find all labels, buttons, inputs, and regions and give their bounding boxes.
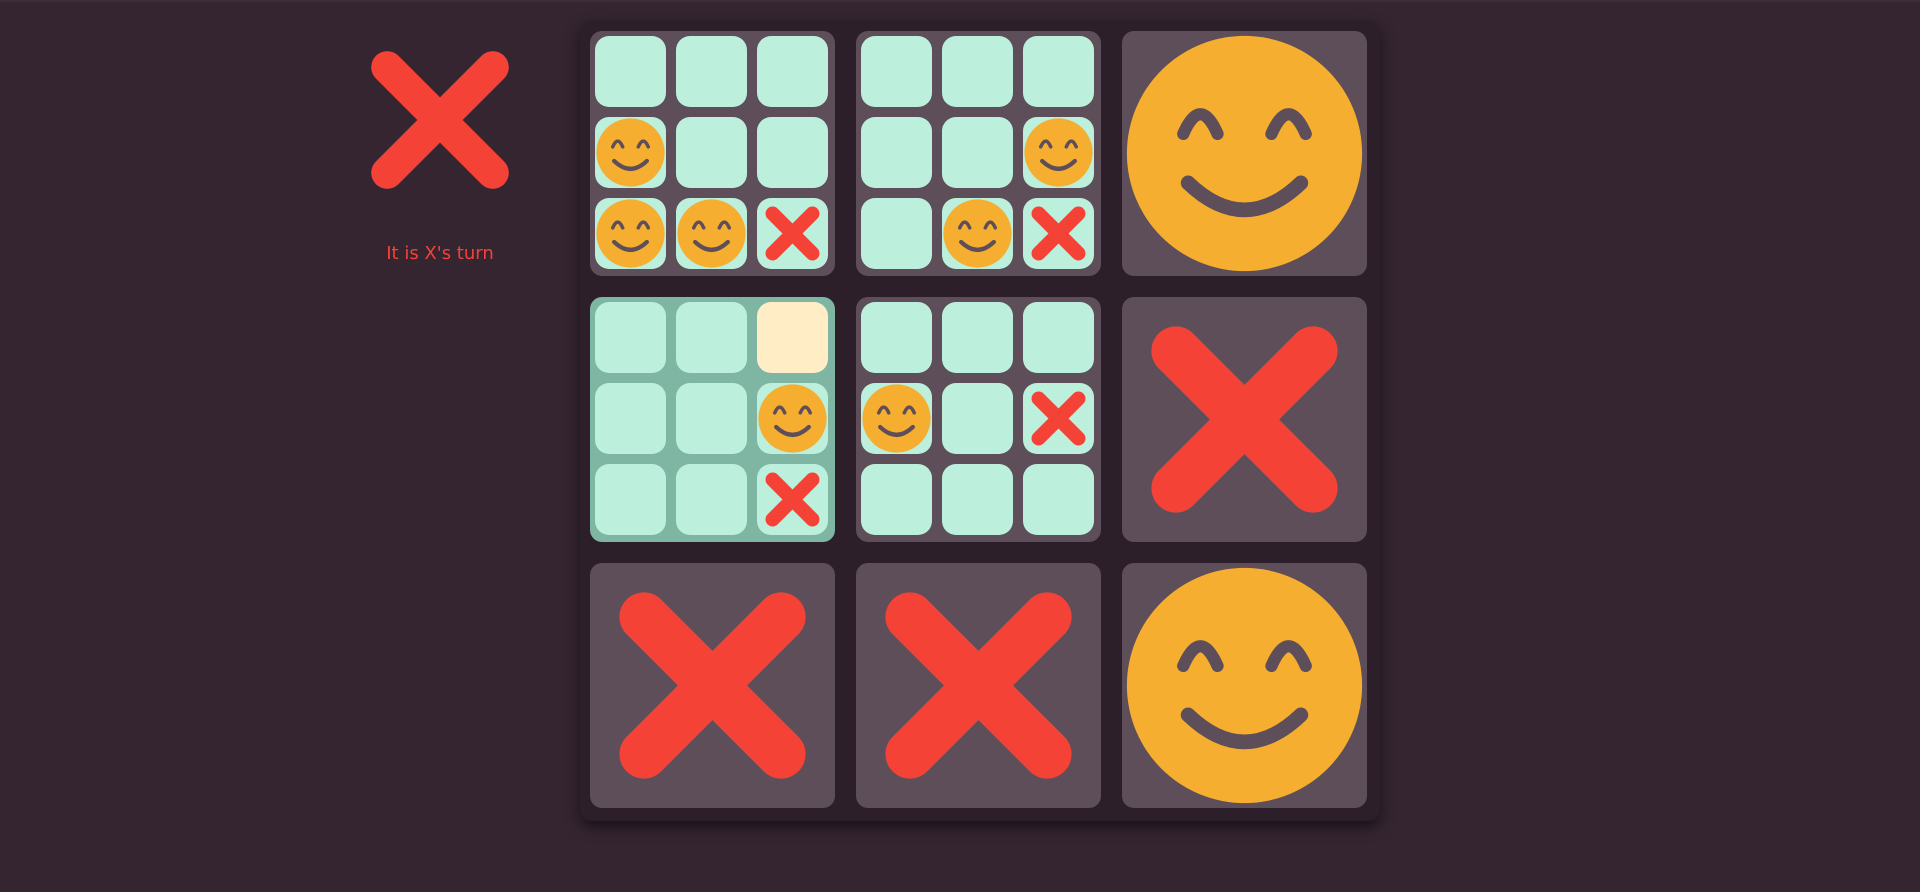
x-mark-icon <box>619 592 806 779</box>
cell-1-4 <box>595 117 666 188</box>
cell-1-9 <box>757 198 828 269</box>
x-mark-icon <box>885 592 1072 779</box>
smiley-face-icon <box>1126 35 1363 272</box>
cell-2-9 <box>1023 198 1094 269</box>
x-mark-icon <box>1031 391 1086 446</box>
game-board <box>580 21 1380 821</box>
cell-5-7[interactable] <box>861 464 932 535</box>
x-mark-icon <box>765 206 820 261</box>
cell-1-2[interactable] <box>676 36 747 107</box>
cell-2-7[interactable] <box>861 198 932 269</box>
sub-board-5 <box>856 297 1101 542</box>
sub-board-2 <box>856 31 1101 276</box>
cell-5-9[interactable] <box>1023 464 1094 535</box>
cell-2-1[interactable] <box>861 36 932 107</box>
cell-1-3[interactable] <box>757 36 828 107</box>
cell-4-5[interactable] <box>676 383 747 454</box>
smiley-face-icon <box>943 199 1012 268</box>
cell-5-4 <box>861 383 932 454</box>
cell-4-9 <box>757 464 828 535</box>
cell-2-6 <box>1023 117 1094 188</box>
cell-5-2[interactable] <box>942 302 1013 373</box>
sub-board-6 <box>1122 297 1367 542</box>
cell-4-4[interactable] <box>595 383 666 454</box>
smiley-face-icon <box>1126 567 1363 804</box>
sub-board-7 <box>590 563 835 808</box>
cell-4-3[interactable] <box>757 302 828 373</box>
cell-5-3[interactable] <box>1023 302 1094 373</box>
smiley-face-icon <box>758 384 827 453</box>
cell-5-8[interactable] <box>942 464 1013 535</box>
cell-2-4[interactable] <box>861 117 932 188</box>
cell-4-8[interactable] <box>676 464 747 535</box>
cell-4-6 <box>757 383 828 454</box>
turn-status-text: It is X's turn <box>386 243 494 264</box>
sub-board-1 <box>590 31 835 276</box>
cell-4-7[interactable] <box>595 464 666 535</box>
cell-1-5[interactable] <box>676 117 747 188</box>
cell-2-3[interactable] <box>1023 36 1094 107</box>
sub-board-9 <box>1122 563 1367 808</box>
x-mark-icon <box>1151 326 1338 513</box>
x-mark-icon <box>1031 206 1086 261</box>
turn-panel: It is X's turn <box>360 40 520 264</box>
cell-5-1[interactable] <box>861 302 932 373</box>
cell-2-8 <box>942 198 1013 269</box>
cell-2-5[interactable] <box>942 117 1013 188</box>
sub-board-3 <box>1122 31 1367 276</box>
cell-1-8 <box>676 198 747 269</box>
smiley-face-icon <box>596 199 665 268</box>
cell-1-7 <box>595 198 666 269</box>
sub-board-4 <box>590 297 835 542</box>
cell-5-6 <box>1023 383 1094 454</box>
smiley-face-icon <box>1024 118 1093 187</box>
sub-board-8 <box>856 563 1101 808</box>
x-mark-icon <box>765 472 820 527</box>
cell-2-2[interactable] <box>942 36 1013 107</box>
smiley-face-icon <box>862 384 931 453</box>
x-mark-icon <box>371 51 509 189</box>
smiley-face-icon <box>596 118 665 187</box>
smiley-face-icon <box>677 199 746 268</box>
cell-5-5[interactable] <box>942 383 1013 454</box>
cell-1-1[interactable] <box>595 36 666 107</box>
cell-4-1[interactable] <box>595 302 666 373</box>
top-edge <box>0 0 1920 2</box>
cell-4-2[interactable] <box>676 302 747 373</box>
cell-1-6[interactable] <box>757 117 828 188</box>
